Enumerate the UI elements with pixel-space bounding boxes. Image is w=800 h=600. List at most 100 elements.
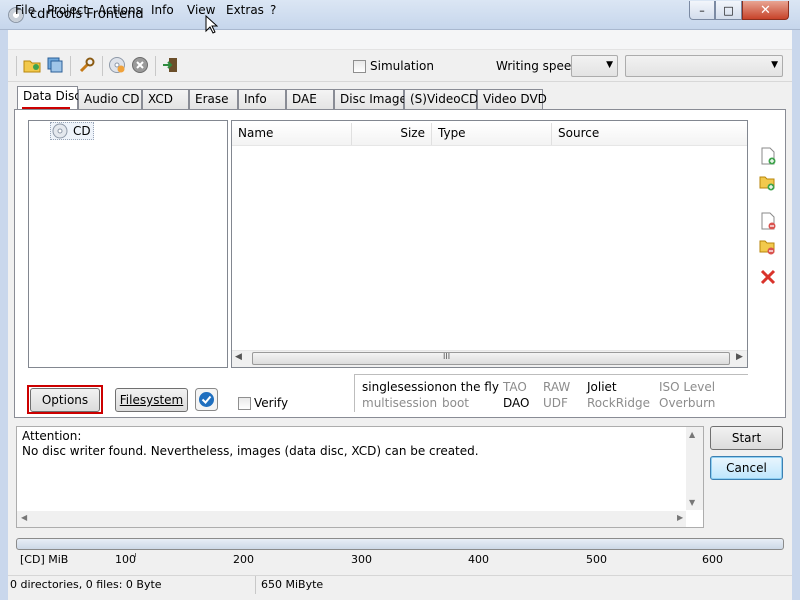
toolbar-separator xyxy=(102,56,103,76)
chevron-down-icon: ▼ xyxy=(606,60,613,70)
remove-file-icon[interactable] xyxy=(760,212,776,230)
save-project-icon[interactable] xyxy=(46,56,64,74)
tab-label: Disc Image xyxy=(340,92,407,106)
scale-tick-200: 200 xyxy=(233,553,254,566)
menu-file[interactable]: File xyxy=(15,3,35,17)
window-frame-right xyxy=(792,30,800,600)
tab-svideocd[interactable]: (S)VideoCD xyxy=(404,89,479,109)
tab-video-dvd[interactable]: Video DVD xyxy=(477,89,547,109)
status-capacity: 650 MiByte xyxy=(261,578,324,591)
close-button[interactable]: ✕ xyxy=(742,1,789,20)
settings-wrench-icon[interactable] xyxy=(78,56,96,74)
column-header-type[interactable]: Type xyxy=(432,123,552,145)
chevron-down-icon: ▼ xyxy=(771,60,778,70)
cd-icon xyxy=(52,123,68,139)
tree-item-label: CD xyxy=(73,124,91,138)
menu-extras[interactable]: Extras xyxy=(226,3,264,17)
minimize-button[interactable]: – xyxy=(689,1,715,20)
option-dao[interactable]: DAO xyxy=(503,396,529,410)
menu-info[interactable]: Info xyxy=(151,3,174,17)
column-header-source[interactable]: Source xyxy=(552,123,747,145)
file-list[interactable] xyxy=(231,120,748,368)
writing-speed-select[interactable]: ▼ xyxy=(571,55,618,77)
tab-label: Info xyxy=(244,92,267,106)
verify-label: Verify xyxy=(254,396,289,410)
scroll-down-icon[interactable]: ▼ xyxy=(689,498,695,507)
directory-tree[interactable] xyxy=(28,120,228,368)
tab-label: Data Disc xyxy=(23,89,81,103)
cancel-operation-icon[interactable] xyxy=(131,56,149,74)
scroll-grip: III xyxy=(443,352,451,361)
option-rockridge[interactable]: RockRidge xyxy=(587,396,650,410)
tab-dae[interactable]: DAE xyxy=(286,89,334,109)
scale-tick-100: 100 xyxy=(115,553,136,566)
message-hscrollbar[interactable] xyxy=(17,511,686,527)
tab-disc-image[interactable]: Disc Image xyxy=(334,89,407,109)
option-udf[interactable]: UDF xyxy=(543,396,568,410)
option-joliet[interactable]: Joliet xyxy=(587,380,617,394)
option-multisession[interactable]: multisession xyxy=(362,396,437,410)
message-line-detail: No disc writer found. Nevertheless, imag… xyxy=(22,444,479,458)
column-header-size[interactable]: Size xyxy=(352,123,432,145)
scale-tick-mark xyxy=(135,553,136,557)
add-folder-icon[interactable] xyxy=(759,173,775,191)
start-button[interactable]: Start xyxy=(710,426,783,450)
simulation-label: Simulation xyxy=(370,59,434,73)
capacity-progress-bar xyxy=(16,538,784,550)
status-file-count: 0 directories, 0 files: 0 Byte xyxy=(10,578,162,591)
scroll-right-icon[interactable]: ▶ xyxy=(677,513,683,522)
scroll-left-icon[interactable]: ◀ xyxy=(235,352,242,362)
simulation-checkbox[interactable] xyxy=(353,60,366,73)
tab-label: XCD xyxy=(148,92,173,106)
scale-tick-400: 400 xyxy=(468,553,489,566)
delete-all-icon[interactable] xyxy=(760,268,776,286)
menu-actions[interactable]: Actions xyxy=(98,3,142,17)
maximize-button[interactable]: □ xyxy=(715,1,742,20)
status-divider xyxy=(255,576,256,594)
add-file-icon[interactable] xyxy=(760,147,776,165)
window-frame-left xyxy=(0,30,8,600)
filesystem-button[interactable]: Filesystem xyxy=(115,388,188,412)
option-overburn[interactable]: Overburn xyxy=(659,396,715,410)
tab-xcd[interactable]: XCD xyxy=(142,89,189,109)
tab-erase[interactable]: Erase xyxy=(189,89,238,109)
tab-audio-cd[interactable]: Audio CD xyxy=(78,89,142,109)
message-line-attention: Attention: xyxy=(22,429,82,443)
tab-label: Audio CD xyxy=(84,92,140,106)
scroll-thumb[interactable] xyxy=(252,352,730,365)
menu-bar xyxy=(8,30,792,50)
header-divider xyxy=(232,145,747,146)
option-raw[interactable]: RAW xyxy=(543,380,570,394)
option-on-the-fly[interactable]: on the fly xyxy=(442,380,499,394)
option-tao[interactable]: TAO xyxy=(503,380,527,394)
option-singlesession[interactable]: singlesession xyxy=(362,380,442,394)
scale-tick-500: 500 xyxy=(586,553,607,566)
scroll-up-icon[interactable]: ▲ xyxy=(689,430,695,439)
verify-checkbox[interactable] xyxy=(238,397,251,410)
scroll-right-icon[interactable]: ▶ xyxy=(736,352,743,362)
open-project-icon[interactable] xyxy=(23,56,41,74)
scale-tick-600: 600 xyxy=(702,553,723,566)
option-iso-level[interactable]: ISO Level xyxy=(659,380,715,394)
toolbar-separator xyxy=(70,56,71,76)
tab-info[interactable]: Info xyxy=(238,89,286,109)
remove-folder-icon[interactable] xyxy=(759,237,775,255)
menu-project[interactable]: Project xyxy=(47,3,88,17)
scroll-left-icon[interactable]: ◀ xyxy=(21,513,27,522)
tab-label: Erase xyxy=(195,92,229,106)
burn-disc-icon[interactable] xyxy=(108,56,126,74)
tab-label: DAE xyxy=(292,92,317,106)
menu-help[interactable]: ? xyxy=(270,3,276,17)
toolbar-separator xyxy=(16,56,17,76)
option-boot[interactable]: boot xyxy=(442,396,469,410)
tab-label: Video DVD xyxy=(483,92,547,106)
scale-tick-300: 300 xyxy=(351,553,372,566)
tab-label: (S)VideoCD xyxy=(410,92,479,106)
scale-unit-label: [CD] MiB xyxy=(20,553,69,566)
cancel-button[interactable]: Cancel xyxy=(710,456,783,480)
column-header-name[interactable]: Name xyxy=(232,123,352,145)
verify-check-icon[interactable] xyxy=(195,388,218,411)
device-select[interactable]: ▼ xyxy=(625,55,783,77)
options-button[interactable]: Options xyxy=(30,388,100,412)
exit-icon[interactable] xyxy=(162,56,180,74)
